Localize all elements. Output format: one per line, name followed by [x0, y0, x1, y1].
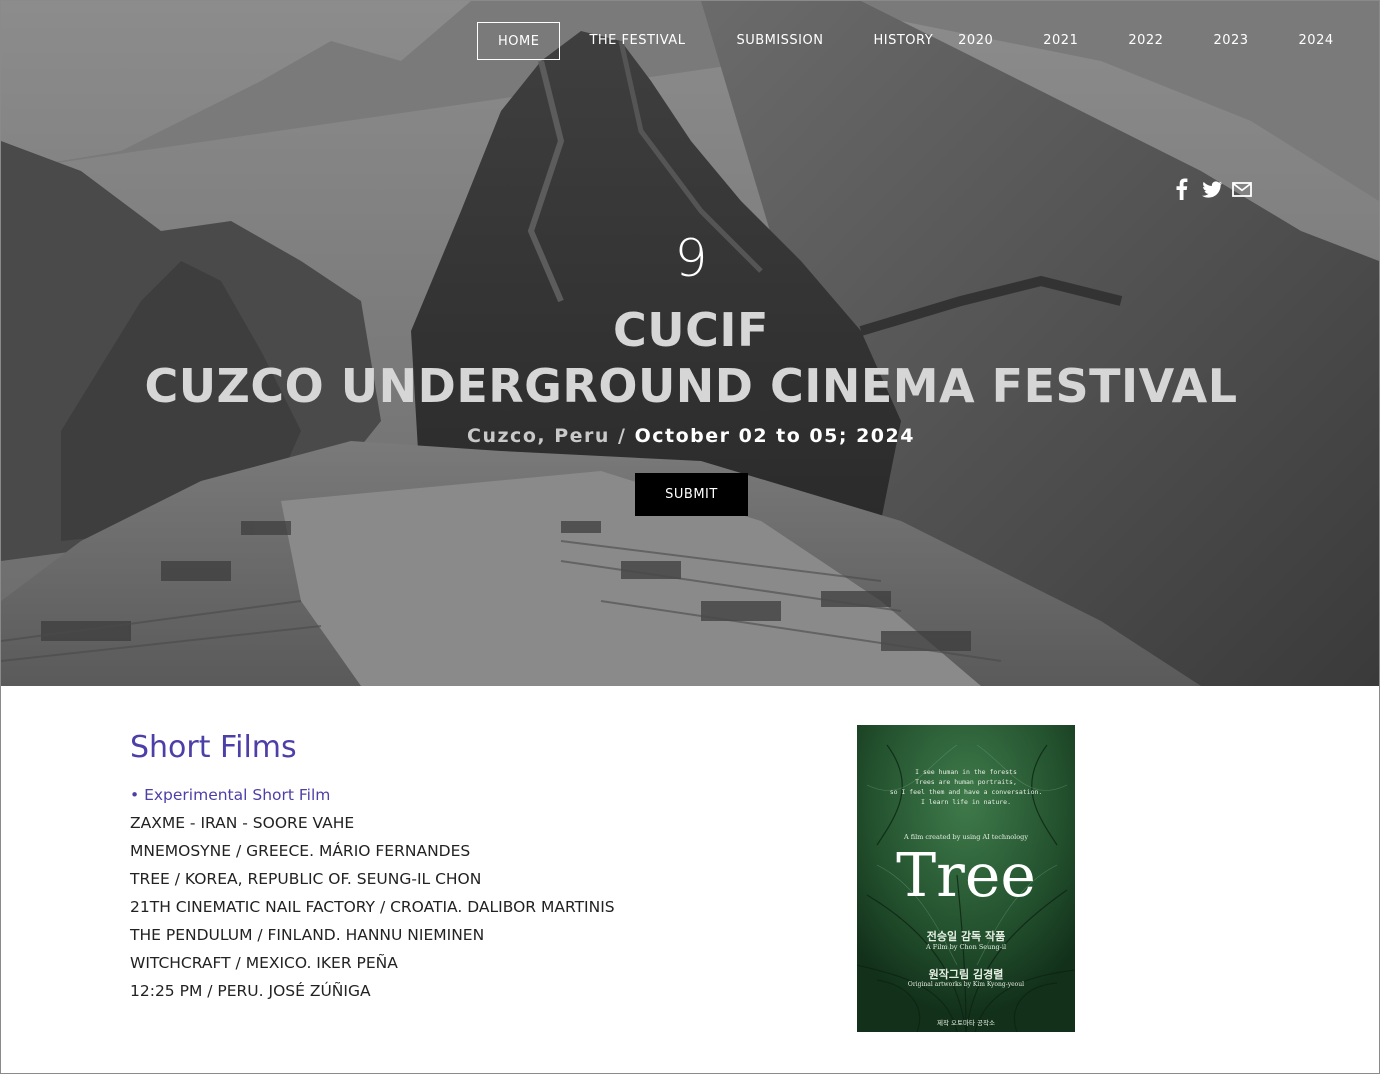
festival-dates: October 02 to 05; 2024: [634, 425, 915, 447]
list-item: WITCHCRAFT / MEXICO. IKER PEÑA: [130, 954, 398, 972]
facebook-icon[interactable]: [1171, 177, 1193, 201]
nav-2022[interactable]: 2022: [1128, 22, 1163, 60]
nav-the-festival[interactable]: THE FESTIVAL: [589, 22, 685, 60]
festival-location: Cuzco, Peru: [467, 425, 610, 447]
festival-location-dates: Cuzco, Peru / October 02 to 05; 2024: [1, 425, 1379, 447]
nav-home[interactable]: HOME: [477, 22, 561, 60]
title-full-name: CUZCO UNDERGROUND CINEMA FESTIVAL: [144, 359, 1238, 413]
poster-english-director: A Film by Chon Seung-il: [925, 943, 1007, 951]
location-date-separator: /: [609, 425, 635, 447]
nav-2023[interactable]: 2023: [1213, 22, 1248, 60]
title-acronym: CUCIF: [613, 303, 769, 357]
festival-edition-number: 9: [674, 229, 708, 289]
poster-quote-line: I see human in the forests: [915, 768, 1017, 776]
twitter-icon[interactable]: [1201, 177, 1223, 201]
film-list: • Experimental Short Film ZAXME - IRAN -…: [130, 781, 615, 1005]
hero-banner: HOME THE FESTIVAL SUBMISSION HISTORY 202…: [1, 1, 1379, 686]
poster-korean-artwork: 원작그림 김경렬: [928, 968, 1004, 981]
nav-2021[interactable]: 2021: [1043, 22, 1078, 60]
list-item: ZAXME - IRAN - SOORE VAHE: [130, 814, 355, 832]
poster-quote: I see human in the forests Trees are hum…: [857, 767, 1075, 807]
film-category: • Experimental Short Film: [130, 786, 331, 804]
section-heading: Short Films: [130, 730, 297, 765]
submit-button[interactable]: SUBMIT: [635, 473, 748, 516]
list-item: 21TH CINEMATIC NAIL FACTORY / CROATIA. D…: [130, 898, 615, 916]
poster-title: Tree: [896, 841, 1036, 911]
poster-quote-line: Trees are human portraits,: [915, 778, 1017, 786]
list-item: THE PENDULUM / FINLAND. HANNU NIEMINEN: [130, 926, 485, 944]
nav-2024[interactable]: 2024: [1299, 22, 1334, 60]
list-item: 12:25 PM / PERU. JOSÉ ZÚÑIGA: [130, 982, 371, 1000]
mail-icon[interactable]: [1231, 177, 1253, 201]
nav-submission[interactable]: SUBMISSION: [736, 22, 823, 60]
social-links: [1171, 177, 1253, 201]
nav-history[interactable]: HISTORY: [873, 22, 933, 60]
poster-quote-line: I learn life in nature.: [920, 798, 1011, 806]
nav-2020[interactable]: 2020: [958, 22, 993, 60]
list-item: MNEMOSYNE / GREECE. MÁRIO FERNANDES: [130, 842, 471, 860]
main-nav: HOME THE FESTIVAL SUBMISSION HISTORY 202…: [477, 22, 1334, 60]
list-item: TREE / KOREA, REPUBLIC OF. SEUNG-IL CHON: [130, 870, 482, 888]
tree-film-poster[interactable]: I see human in the forests Trees are hum…: [857, 725, 1075, 1032]
poster-quote-line: so I feel them and have a conversation.: [889, 788, 1043, 796]
poster-english-artwork: Original artworks by Kim Kyong-yeoul: [907, 981, 1025, 988]
poster-producer: 제작 오토마타 공작소: [937, 1019, 995, 1027]
poster-korean-director: 전승일 감독 작품: [926, 930, 1006, 943]
festival-title: CUCIF CUZCO UNDERGROUND CINEMA FESTIVAL: [1, 302, 1379, 414]
